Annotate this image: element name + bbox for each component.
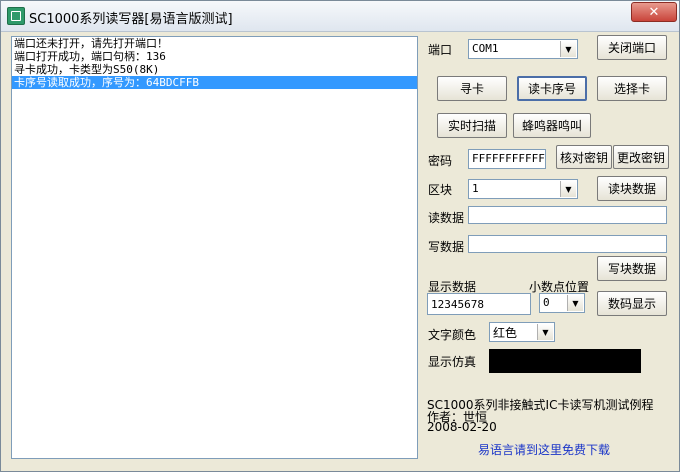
text-color-select[interactable]: 红色 ▼ <box>489 322 555 342</box>
close-icon: ✕ <box>648 4 660 20</box>
change-key-button[interactable]: 更改密钥 <box>613 145 669 169</box>
log-line[interactable]: 端口打开成功，端口句柄：136 <box>12 50 417 63</box>
simulate-label: 显示仿真 <box>428 355 477 369</box>
write-block-button[interactable]: 写块数据 <box>597 256 667 281</box>
display-data-field[interactable]: 12345678 <box>427 293 531 315</box>
main-window: SC1000系列读写器[易语言版测试] ✕ 端口还未打开，请先打开端口！ 端口打… <box>0 0 680 472</box>
text-color-value: 红色 <box>493 326 518 340</box>
buzzer-button[interactable]: 蜂鸣器鸣叫 <box>513 113 591 138</box>
chevron-down-icon[interactable]: ▼ <box>537 324 553 340</box>
verify-key-button[interactable]: 核对密钥 <box>556 145 612 169</box>
read-data-field[interactable] <box>468 206 667 224</box>
write-data-field[interactable] <box>468 235 667 253</box>
read-data-label: 读数据 <box>428 211 465 225</box>
write-data-label: 写数据 <box>428 240 465 254</box>
close-port-button[interactable]: 关闭端口 <box>597 35 667 60</box>
text-color-label: 文字颜色 <box>428 328 477 342</box>
realtime-scan-button[interactable]: 实时扫描 <box>437 113 507 138</box>
password-field[interactable]: FFFFFFFFFFFF <box>468 149 546 169</box>
log-list[interactable]: 端口还未打开，请先打开端口！ 端口打开成功，端口句柄：136 寻卡成功，卡类型为… <box>11 36 418 459</box>
title-bar[interactable]: SC1000系列读写器[易语言版测试] ✕ <box>1 1 679 32</box>
digital-display-button[interactable]: 数码显示 <box>597 291 667 316</box>
window-title: SC1000系列读写器[易语言版测试] <box>29 12 233 27</box>
find-card-button[interactable]: 寻卡 <box>437 76 507 101</box>
log-line[interactable]: 寻卡成功，卡类型为S50(8K) <box>12 63 417 76</box>
decimal-position-value: 0 <box>543 296 550 309</box>
block-label: 区块 <box>428 183 453 197</box>
port-select[interactable]: COM1 ▼ <box>468 39 578 59</box>
info-date: 2008-02-20 <box>427 420 497 434</box>
read-serial-button[interactable]: 读卡序号 <box>517 76 587 101</box>
close-window-button[interactable]: ✕ <box>631 2 677 22</box>
chevron-down-icon[interactable]: ▼ <box>567 295 583 311</box>
chevron-down-icon[interactable]: ▼ <box>560 181 576 197</box>
app-icon <box>7 7 25 25</box>
port-select-value: COM1 <box>472 42 499 55</box>
log-line-selected[interactable]: 卡序号读取成功，序号为：64BDCFFB <box>12 76 417 89</box>
read-block-button[interactable]: 读块数据 <box>597 176 667 201</box>
select-card-button[interactable]: 选择卡 <box>597 76 667 101</box>
decimal-position-select[interactable]: 0 ▼ <box>539 293 585 313</box>
log-line[interactable]: 端口还未打开，请先打开端口！ <box>12 37 417 50</box>
block-select[interactable]: 1 ▼ <box>468 179 578 199</box>
block-select-value: 1 <box>472 182 479 195</box>
port-label: 端口 <box>428 43 453 57</box>
chevron-down-icon[interactable]: ▼ <box>560 41 576 57</box>
display-simulation-panel <box>489 349 641 373</box>
download-link[interactable]: 易语言请到这里免费下载 <box>478 441 610 458</box>
password-label: 密码 <box>428 154 453 168</box>
